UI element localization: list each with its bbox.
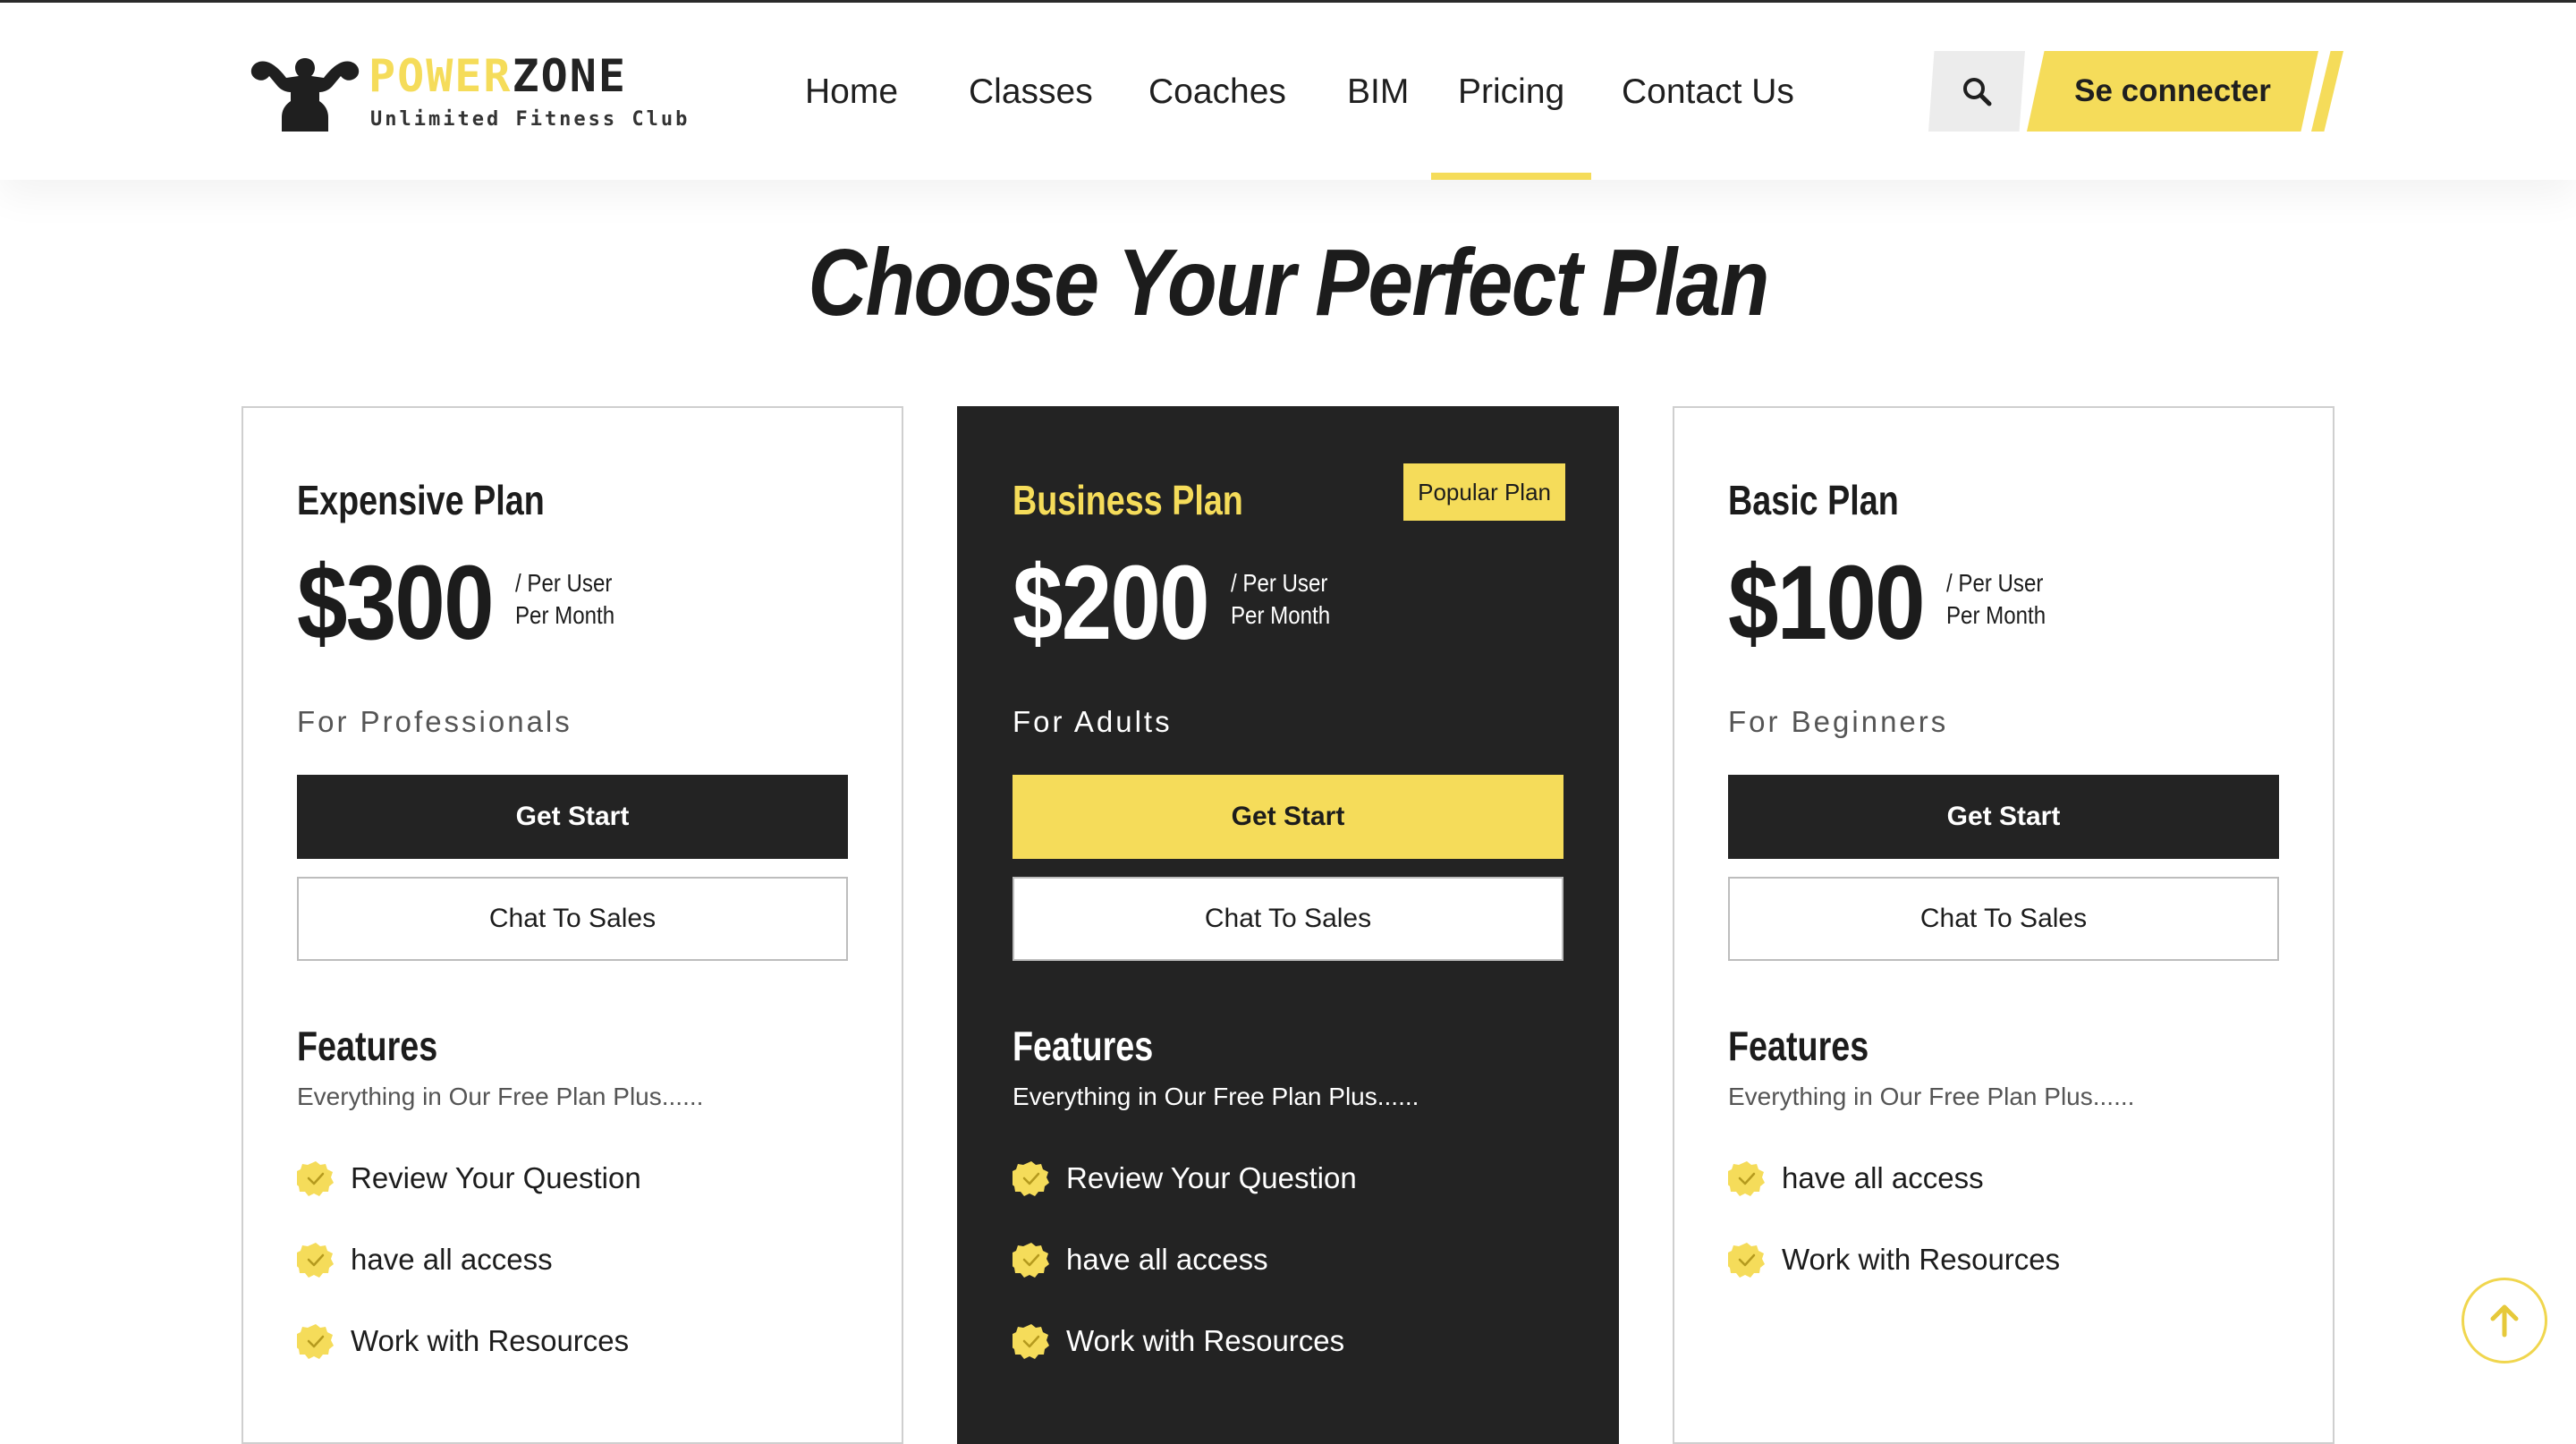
feature-item: Work with Resources <box>1728 1241 2060 1322</box>
feature-list: Review Your Question have all access Wor… <box>297 1159 641 1404</box>
popular-plan-badge: Popular Plan <box>1403 463 1565 521</box>
features-title: Features <box>1728 1023 1869 1069</box>
feature-item: have all access <box>1013 1241 1357 1322</box>
per-user-label: / Per User <box>515 569 613 597</box>
brand-tagline: Unlimited Fitness Club <box>370 108 691 131</box>
feature-item: Review Your Question <box>1013 1159 1357 1241</box>
nav-contact-us[interactable]: Contact Us <box>1622 3 1794 180</box>
chat-to-sales-button[interactable]: Chat To Sales <box>1728 877 2279 961</box>
plan-audience: For Beginners <box>1728 705 1949 738</box>
per-user-label: / Per User <box>1946 569 2044 597</box>
feature-label: have all access <box>1782 1161 1984 1194</box>
login-button-stripe <box>2311 51 2343 132</box>
scroll-to-top-button[interactable] <box>2462 1278 2547 1363</box>
check-badge-icon <box>297 1243 334 1278</box>
search-icon <box>1963 78 1992 106</box>
plan-audience: For Adults <box>1013 705 1173 738</box>
features-subtitle: Everything in Our Free Plan Plus...... <box>1728 1083 2135 1110</box>
feature-list: have all access Work with Resources <box>1728 1159 2060 1322</box>
nav-coaches[interactable]: Coaches <box>1148 3 1286 180</box>
plan-price: $200 <box>1013 544 1210 662</box>
plan-name: Basic Plan <box>1728 477 1899 523</box>
get-start-button[interactable]: Get Start <box>1728 775 2279 859</box>
get-start-button[interactable]: Get Start <box>297 775 848 859</box>
active-nav-indicator <box>1431 173 1592 180</box>
search-button[interactable] <box>1928 51 2025 132</box>
check-badge-icon <box>297 1324 334 1359</box>
per-month-label: Per Month <box>515 601 615 629</box>
brand-name: POWERZONE <box>369 50 627 102</box>
features-subtitle: Everything in Our Free Plan Plus...... <box>1013 1083 1419 1110</box>
nav-pricing-label: Pricing <box>1458 72 1565 111</box>
arrow-up-icon <box>2490 1304 2519 1338</box>
check-badge-icon <box>1728 1243 1765 1278</box>
feature-label: Work with Resources <box>1782 1243 2061 1276</box>
brand-logo[interactable]: POWERZONE Unlimited Fitness Club <box>238 46 687 144</box>
feature-item: have all access <box>1728 1159 2060 1241</box>
plan-audience: For Professionals <box>297 705 572 738</box>
check-badge-icon <box>1728 1161 1765 1196</box>
feature-item: have all access <box>297 1241 641 1322</box>
chat-to-sales-button[interactable]: Chat To Sales <box>297 877 848 961</box>
nav-pricing[interactable]: Pricing <box>1431 3 1592 180</box>
page-title: Choose Your Perfect Plan <box>808 230 1769 336</box>
feature-item: Work with Resources <box>297 1322 641 1404</box>
nav-classes[interactable]: Classes <box>969 3 1093 180</box>
plan-price-period: / Per User Per Month <box>1231 567 1330 632</box>
check-badge-icon <box>1013 1161 1049 1196</box>
features-title: Features <box>1013 1023 1154 1069</box>
chat-to-sales-button[interactable]: Chat To Sales <box>1013 877 1563 961</box>
plan-price: $100 <box>1728 544 1926 662</box>
feature-list: Review Your Question have all access Wor… <box>1013 1159 1357 1404</box>
feature-item: Review Your Question <box>297 1159 641 1241</box>
plan-card-business: Business Plan Popular Plan $200 / Per Us… <box>957 406 1619 1444</box>
plan-price-period: / Per User Per Month <box>515 567 614 632</box>
plan-card-basic: Basic Plan $100 / Per User Per Month For… <box>1673 406 2334 1444</box>
check-badge-icon <box>297 1161 334 1196</box>
features-title: Features <box>297 1023 438 1069</box>
plan-name: Expensive Plan <box>297 477 545 523</box>
feature-label: Work with Resources <box>351 1324 630 1357</box>
login-button[interactable]: Se connecter <box>2027 51 2318 132</box>
get-start-button[interactable]: Get Start <box>1013 775 1563 859</box>
feature-label: have all access <box>1066 1243 1268 1276</box>
check-badge-icon <box>1013 1243 1049 1278</box>
per-month-label: Per Month <box>1231 601 1331 629</box>
features-subtitle: Everything in Our Free Plan Plus...... <box>297 1083 704 1110</box>
nav-home[interactable]: Home <box>805 3 898 180</box>
plan-price-period: / Per User Per Month <box>1946 567 2046 632</box>
feature-label: Work with Resources <box>1066 1324 1345 1357</box>
nav-bim[interactable]: BIM <box>1347 3 1409 180</box>
per-month-label: Per Month <box>1946 601 2046 629</box>
feature-item: Work with Resources <box>1013 1322 1357 1404</box>
plan-card-expensive: Expensive Plan $300 / Per User Per Month… <box>242 406 903 1444</box>
feature-label: Review Your Question <box>1066 1161 1357 1194</box>
feature-label: have all access <box>351 1243 553 1276</box>
check-badge-icon <box>1013 1324 1049 1359</box>
plan-name: Business Plan <box>1013 477 1243 523</box>
plan-price: $300 <box>297 544 495 662</box>
feature-label: Review Your Question <box>351 1161 641 1194</box>
bodybuilder-logo-icon <box>250 58 360 132</box>
site-header: POWERZONE Unlimited Fitness Club Home Cl… <box>0 3 2576 180</box>
per-user-label: / Per User <box>1231 569 1328 597</box>
